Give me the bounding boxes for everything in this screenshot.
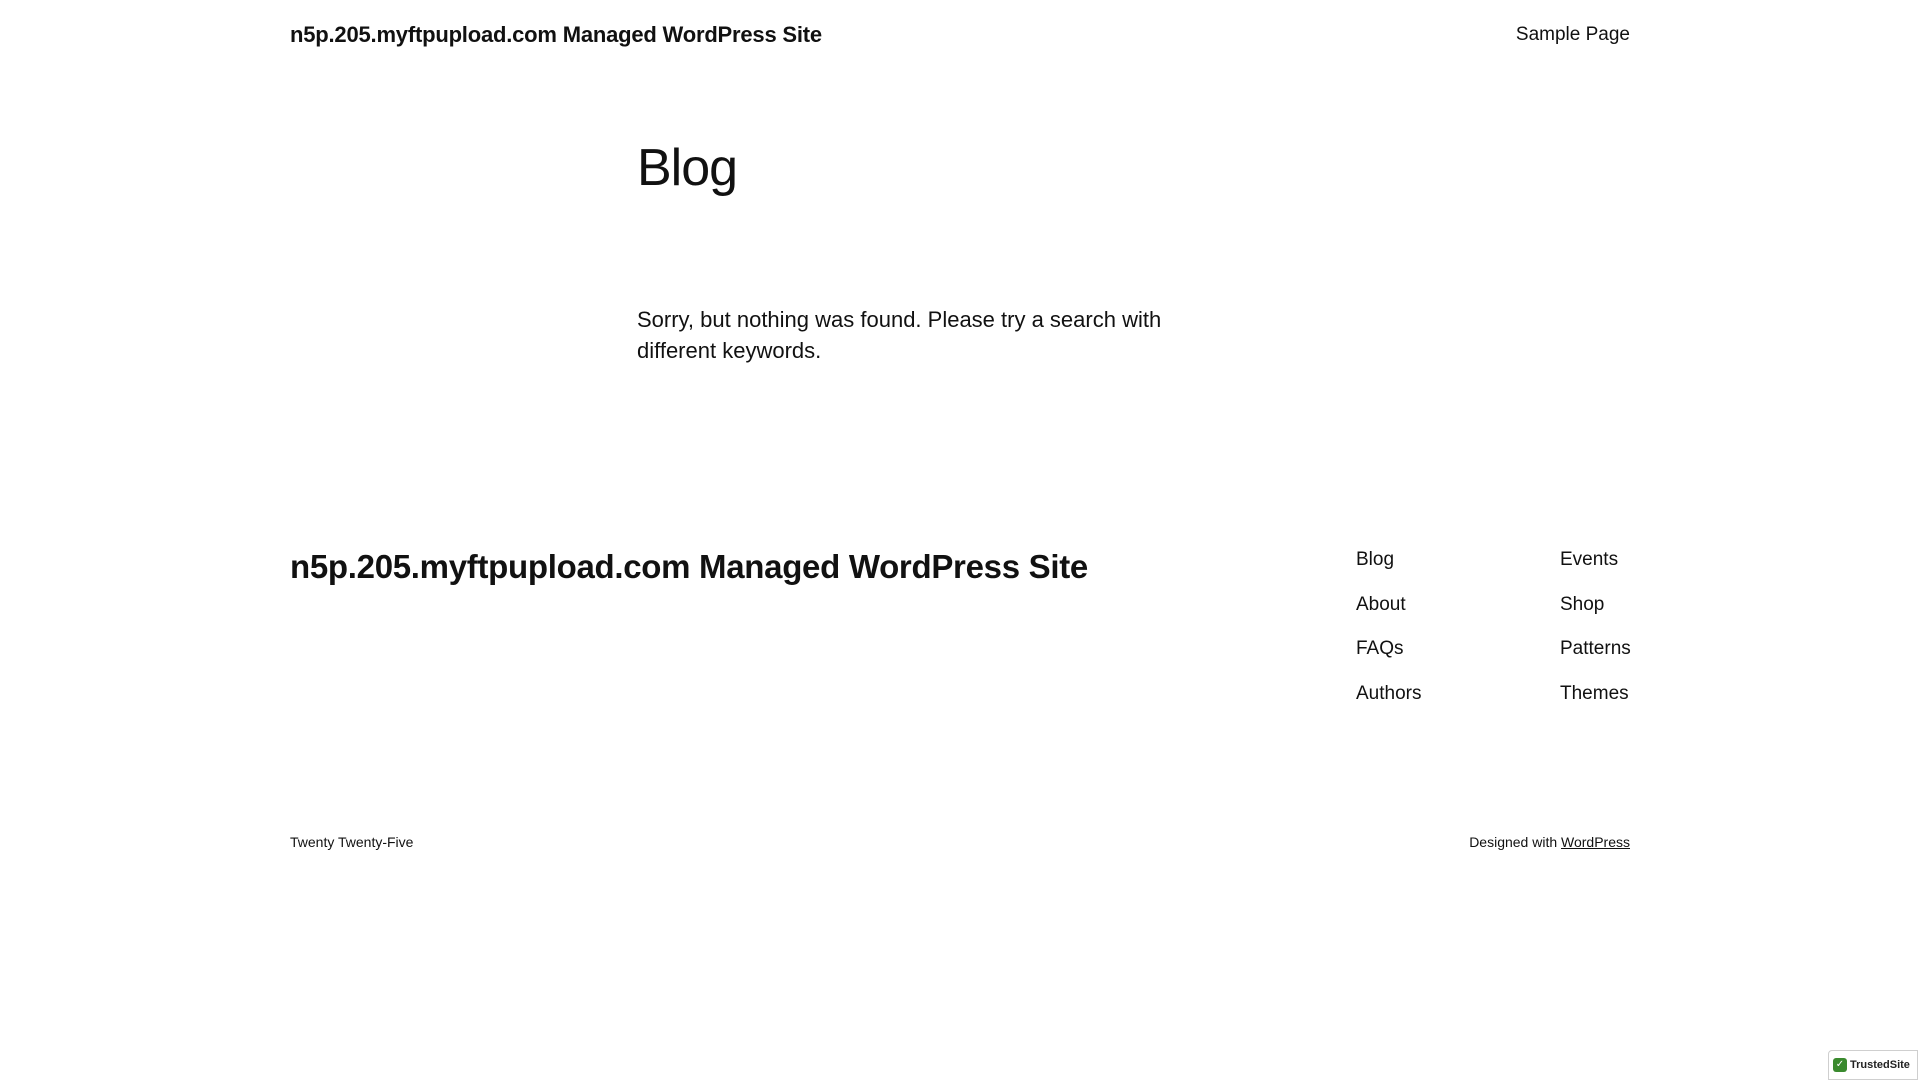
wordpress-link[interactable]: WordPress [1561, 834, 1630, 850]
trustedsite-label: TrustedSite [1850, 1059, 1910, 1071]
footer-nav-column-2: Events Shop Patterns Themes [1560, 548, 1631, 726]
site-header: n5p.205.myftpupload.com Managed WordPres… [290, 20, 1630, 50]
trustedsite-badge[interactable]: ✓ TrustedSite [1828, 1050, 1918, 1080]
footer-link-shop[interactable]: Shop [1560, 593, 1631, 638]
footer-link-about[interactable]: About [1356, 593, 1421, 638]
credit-prefix: Designed with [1469, 834, 1562, 850]
site-title-link[interactable]: n5p.205.myftpupload.com Managed WordPres… [290, 22, 822, 48]
no-results-message: Sorry, but nothing was found. Please try… [637, 307, 1162, 363]
footer-link-faqs[interactable]: FAQs [1356, 637, 1421, 682]
footer-link-events[interactable]: Events [1560, 548, 1631, 593]
check-icon: ✓ [1833, 1058, 1847, 1072]
nav-link-sample-page[interactable]: Sample Page [1516, 24, 1630, 45]
footer-site-title-link[interactable]: n5p.205.myftpupload.com Managed WordPres… [290, 546, 1088, 588]
header-nav: Sample Page [1516, 24, 1630, 46]
footer-link-authors[interactable]: Authors [1356, 682, 1421, 727]
footer-nav-column-1: Blog About FAQs Authors [1356, 548, 1421, 726]
footer-link-themes[interactable]: Themes [1560, 682, 1631, 727]
footer-credit: Designed with WordPress [1469, 834, 1630, 850]
theme-name: Twenty Twenty-Five [290, 834, 414, 850]
footer-bottom-bar: Twenty Twenty-Five Designed with WordPre… [290, 834, 1630, 850]
page-title: Blog [637, 139, 738, 197]
footer-link-patterns[interactable]: Patterns [1560, 637, 1631, 682]
footer-link-blog[interactable]: Blog [1356, 548, 1421, 593]
